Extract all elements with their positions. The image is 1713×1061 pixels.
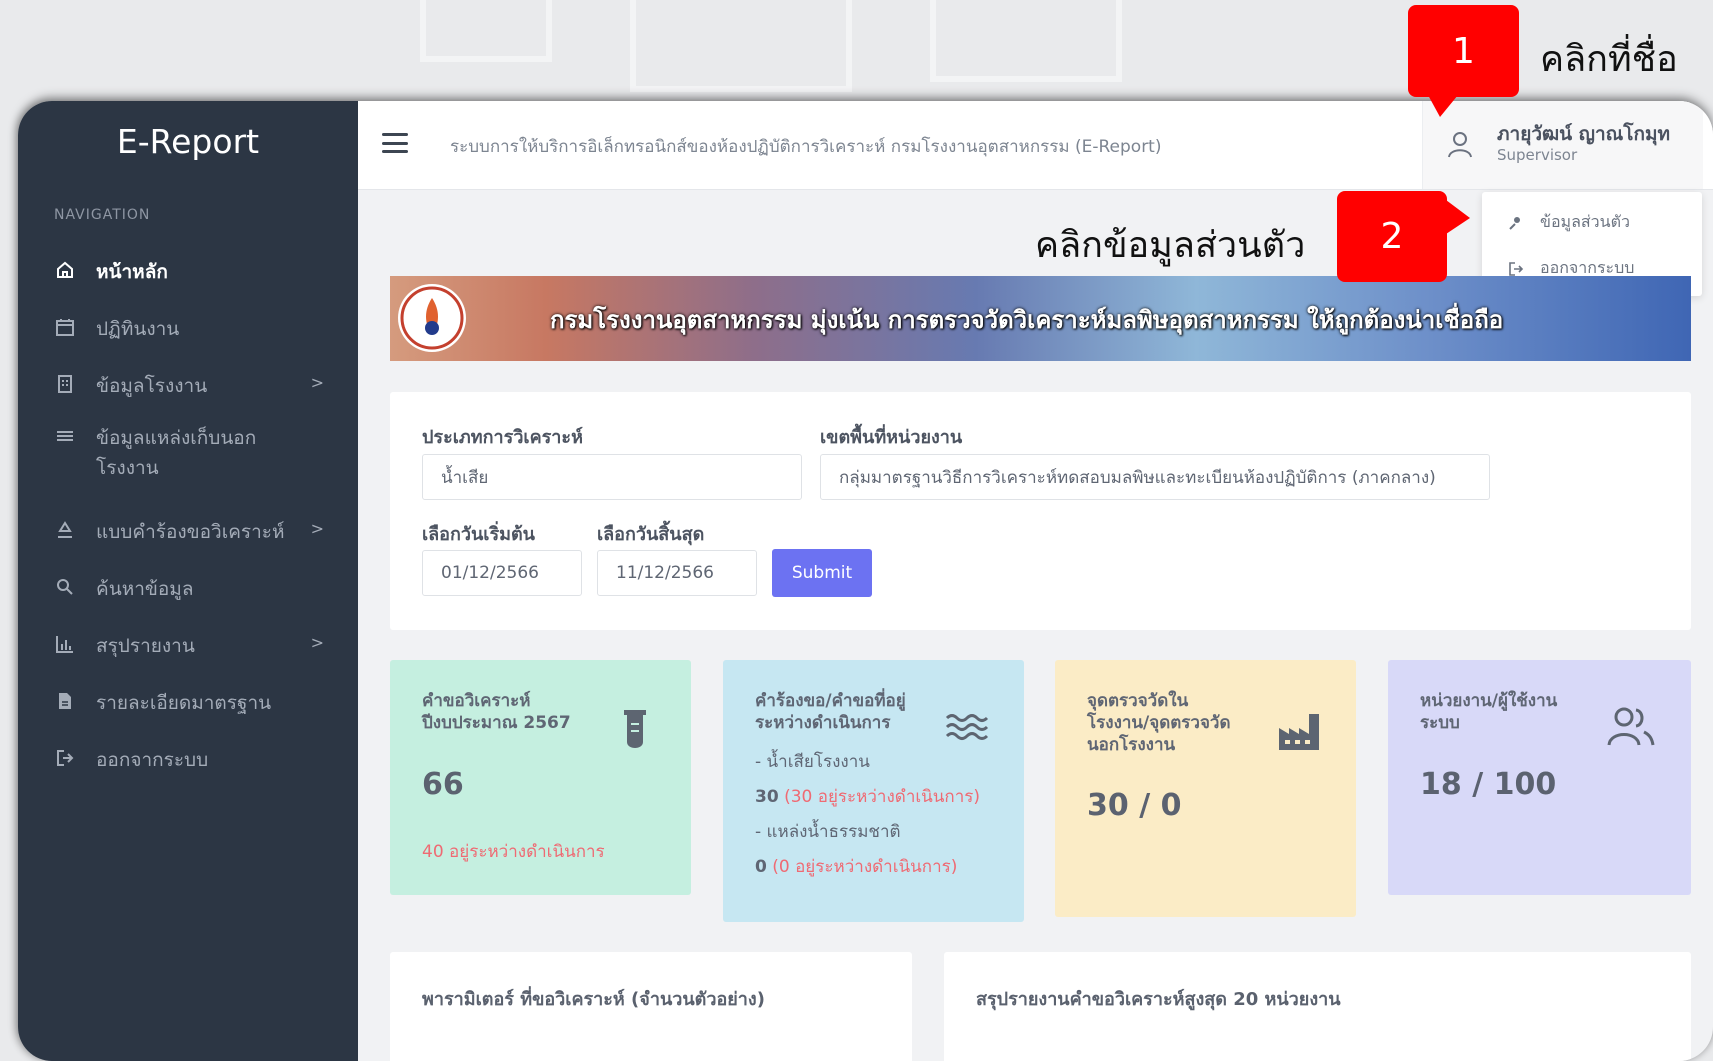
- stat-title: จุดตรวจวัดใน โรงงาน/จุดตรวจวัด นอกโรงงาน: [1087, 691, 1231, 755]
- card-title: สรุปรายงานคำขอวิเคราะห์สูงสุด 20 หน่วยงา…: [976, 989, 1341, 1010]
- top20-summary-card: สรุปรายงานคำขอวิเคราะห์สูงสุด 20 หน่วยงา…: [944, 952, 1691, 1061]
- sidebar-item-search[interactable]: ค้นหาข้อมูล: [54, 574, 324, 604]
- sidebar-item-label: ปฏิทินงาน: [96, 318, 180, 340]
- sidebar-item-label: รายละเอียดมาตรฐาน: [96, 692, 272, 714]
- department-logo: [398, 284, 466, 352]
- app-window: E-Report NAVIGATION หน้าหลัก ปฏิทินงาน ข…: [18, 101, 1713, 1061]
- logout-icon: [1508, 261, 1526, 277]
- callout-pointer: [1446, 200, 1470, 234]
- stat-value: 18 / 100: [1420, 767, 1557, 802]
- stat-card-users: หน่วยงาน/ผู้ใช้งาน ระบบ 18 / 100: [1388, 660, 1691, 895]
- dropdown-item-profile[interactable]: ข้อมูลส่วนตัว: [1508, 210, 1630, 235]
- stat-line: 30 (30 อยู่ระหว่างดำเนินการ): [755, 787, 981, 807]
- stat-line: 0 (0 อยู่ระหว่างดำเนินการ): [755, 857, 958, 877]
- parameters-card: พารามิเตอร์ ที่ขอวิเคราะห์ (จำนวนตัวอย่า…: [390, 952, 912, 1061]
- sidebar-item-report-summary[interactable]: สรุปรายงาน >: [54, 631, 324, 661]
- user-icon: [1445, 129, 1475, 163]
- analysis-type-label: ประเภทการวิเคราะห์: [422, 427, 583, 448]
- filter-card: ประเภทการวิเคราะห์ น้ำเสีย เขตพื้นที่หน่…: [390, 392, 1691, 630]
- step-1-callout: 1: [1408, 5, 1519, 97]
- stat-title: คำขอวิเคราะห์ ปีงบประมาณ 2567: [422, 691, 571, 733]
- factory-icon: [1277, 710, 1323, 756]
- sidebar-item-offsite-sources[interactable]: ข้อมูลแหล่งเก็บนอกโรงงาน: [54, 423, 324, 483]
- start-date-input[interactable]: 01/12/2566: [422, 550, 582, 596]
- stat-card-checkpoints: จุดตรวจวัดใน โรงงาน/จุดตรวจวัด นอกโรงงาน 3…: [1055, 660, 1356, 917]
- sidebar-item-label: สรุปรายงาน: [96, 635, 195, 657]
- sidebar-item-label: ออกจากระบบ: [96, 749, 209, 771]
- sidebar-item-standard-details[interactable]: รายละเอียดมาตรฐาน: [54, 688, 324, 718]
- sidebar-item-logout[interactable]: ออกจากระบบ: [54, 745, 324, 775]
- sidebar-item-calendar[interactable]: ปฏิทินงาน: [54, 314, 324, 344]
- building-icon: [54, 373, 76, 395]
- stat-line: - แหล่งน้ำธรรมชาติ: [755, 822, 901, 842]
- waves-icon: [945, 712, 989, 746]
- card-title: พารามิเตอร์ ที่ขอวิเคราะห์ (จำนวนตัวอย่า…: [422, 989, 765, 1010]
- step-2-callout: 2: [1337, 191, 1447, 282]
- sidebar-item-label: ข้อมูลแหล่งเก็บนอกโรงงาน: [96, 427, 257, 479]
- header-banner: กรมโรงงานอุตสาหกรรม มุ่งเน้น การตรวจวัดว…: [390, 276, 1691, 361]
- callout-pointer: [1428, 95, 1458, 117]
- stat-line: - น้ำเสียโรงงาน: [755, 752, 870, 772]
- stat-card-requests: คำขอวิเคราะห์ ปีงบประมาณ 2567 66 40 อยู่ร…: [390, 660, 691, 895]
- chevron-right-icon: >: [310, 373, 324, 392]
- waves-icon: [54, 425, 76, 447]
- users-icon: [1606, 705, 1656, 751]
- start-date-label: เลือกวันเริ่มต้น: [422, 524, 535, 545]
- page-title: ระบบการให้บริการอิเล็กทรอนิกส์ของห้องปฏิ…: [450, 137, 1162, 157]
- user-edit-icon: [1508, 215, 1526, 231]
- end-date-label: เลือกวันสิ้นสุด: [597, 524, 705, 545]
- analysis-type-select[interactable]: น้ำเสีย: [422, 454, 802, 500]
- end-date-input[interactable]: 11/12/2566: [597, 550, 757, 596]
- sidebar-item-label: ค้นหาข้อมูล: [96, 578, 194, 600]
- sidebar-item-home[interactable]: หน้าหลัก: [54, 257, 324, 287]
- area-select[interactable]: กลุ่มมาตรฐานวิธีการวิเคราะห์ทดสอบมลพิษแล…: [820, 454, 1490, 500]
- stat-sub: 40 อยู่ระหว่างดำเนินการ: [422, 842, 605, 862]
- bar-chart-icon: [54, 633, 76, 655]
- sidebar-item-label: หน้าหลัก: [96, 261, 168, 283]
- sidebar-item-label: ข้อมูลโรงงาน: [96, 375, 208, 397]
- logout-icon: [54, 747, 76, 769]
- user-role: Supervisor: [1497, 146, 1578, 164]
- stat-card-in-progress: คำร้องขอ/คำขอที่อยู่ ระหว่างดำเนินการ - น…: [723, 660, 1024, 922]
- recycle-icon: [54, 519, 76, 541]
- step-1-instruction: คลิกที่ชื่อ: [1540, 39, 1678, 80]
- submit-button[interactable]: Submit: [772, 549, 872, 597]
- banner-slogan: กรมโรงงานอุตสาหกรรม มุ่งเน้น การตรวจวัดว…: [550, 306, 1504, 334]
- stat-title: คำร้องขอ/คำขอที่อยู่ ระหว่างดำเนินการ: [755, 691, 906, 733]
- area-label: เขตพื้นที่หน่วยงาน: [820, 427, 963, 448]
- topbar: ระบบการให้บริการอิเล็กทรอนิกส์ของห้องปฏิ…: [358, 101, 1713, 190]
- sidebar-item-request-form[interactable]: แบบคำร้องขอวิเคราะห์ >: [54, 517, 324, 547]
- sidebar: E-Report NAVIGATION หน้าหลัก ปฏิทินงาน ข…: [18, 101, 358, 1061]
- document-icon: [54, 690, 76, 712]
- stat-value: 66: [422, 767, 464, 802]
- sidebar-item-label: แบบคำร้องขอวิเคราะห์: [96, 521, 285, 543]
- chevron-right-icon: >: [310, 633, 324, 652]
- stat-value: 30 / 0: [1087, 788, 1182, 823]
- chevron-right-icon: >: [310, 519, 324, 538]
- stat-title: หน่วยงาน/ผู้ใช้งาน ระบบ: [1420, 691, 1558, 733]
- home-icon: [54, 259, 76, 281]
- sidebar-item-factory-data[interactable]: ข้อมูลโรงงาน >: [54, 371, 324, 401]
- step-2-instruction: คลิกข้อมูลส่วนตัว: [1035, 225, 1306, 266]
- dropdown-item-label: ข้อมูลส่วนตัว: [1540, 212, 1630, 231]
- nav-caption: NAVIGATION: [54, 207, 151, 223]
- menu-toggle-icon[interactable]: [382, 133, 408, 153]
- calendar-icon: [54, 316, 76, 338]
- brand-title[interactable]: E-Report: [18, 122, 358, 161]
- search-icon: [54, 576, 76, 598]
- test-tube-icon: [622, 708, 648, 758]
- user-name: ภายุวัฒน์ ญาณโกมุท: [1497, 123, 1671, 145]
